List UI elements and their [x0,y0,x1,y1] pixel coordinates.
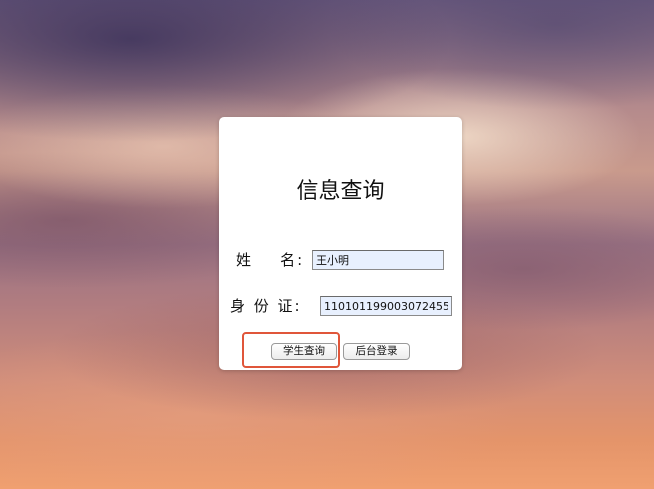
student-query-button[interactable]: 学生查询 [271,343,337,360]
admin-login-button[interactable]: 后台登录 [343,343,410,360]
name-input[interactable] [312,250,444,270]
id-card-label: 身 份 证: [230,297,302,315]
page-title: 信息查询 [296,179,385,204]
query-card: 信息查询 姓 名: 身 份 证: 学生查询 后台登录 [219,117,462,370]
id-card-input[interactable] [320,296,452,316]
name-label: 姓 名: [236,251,305,269]
